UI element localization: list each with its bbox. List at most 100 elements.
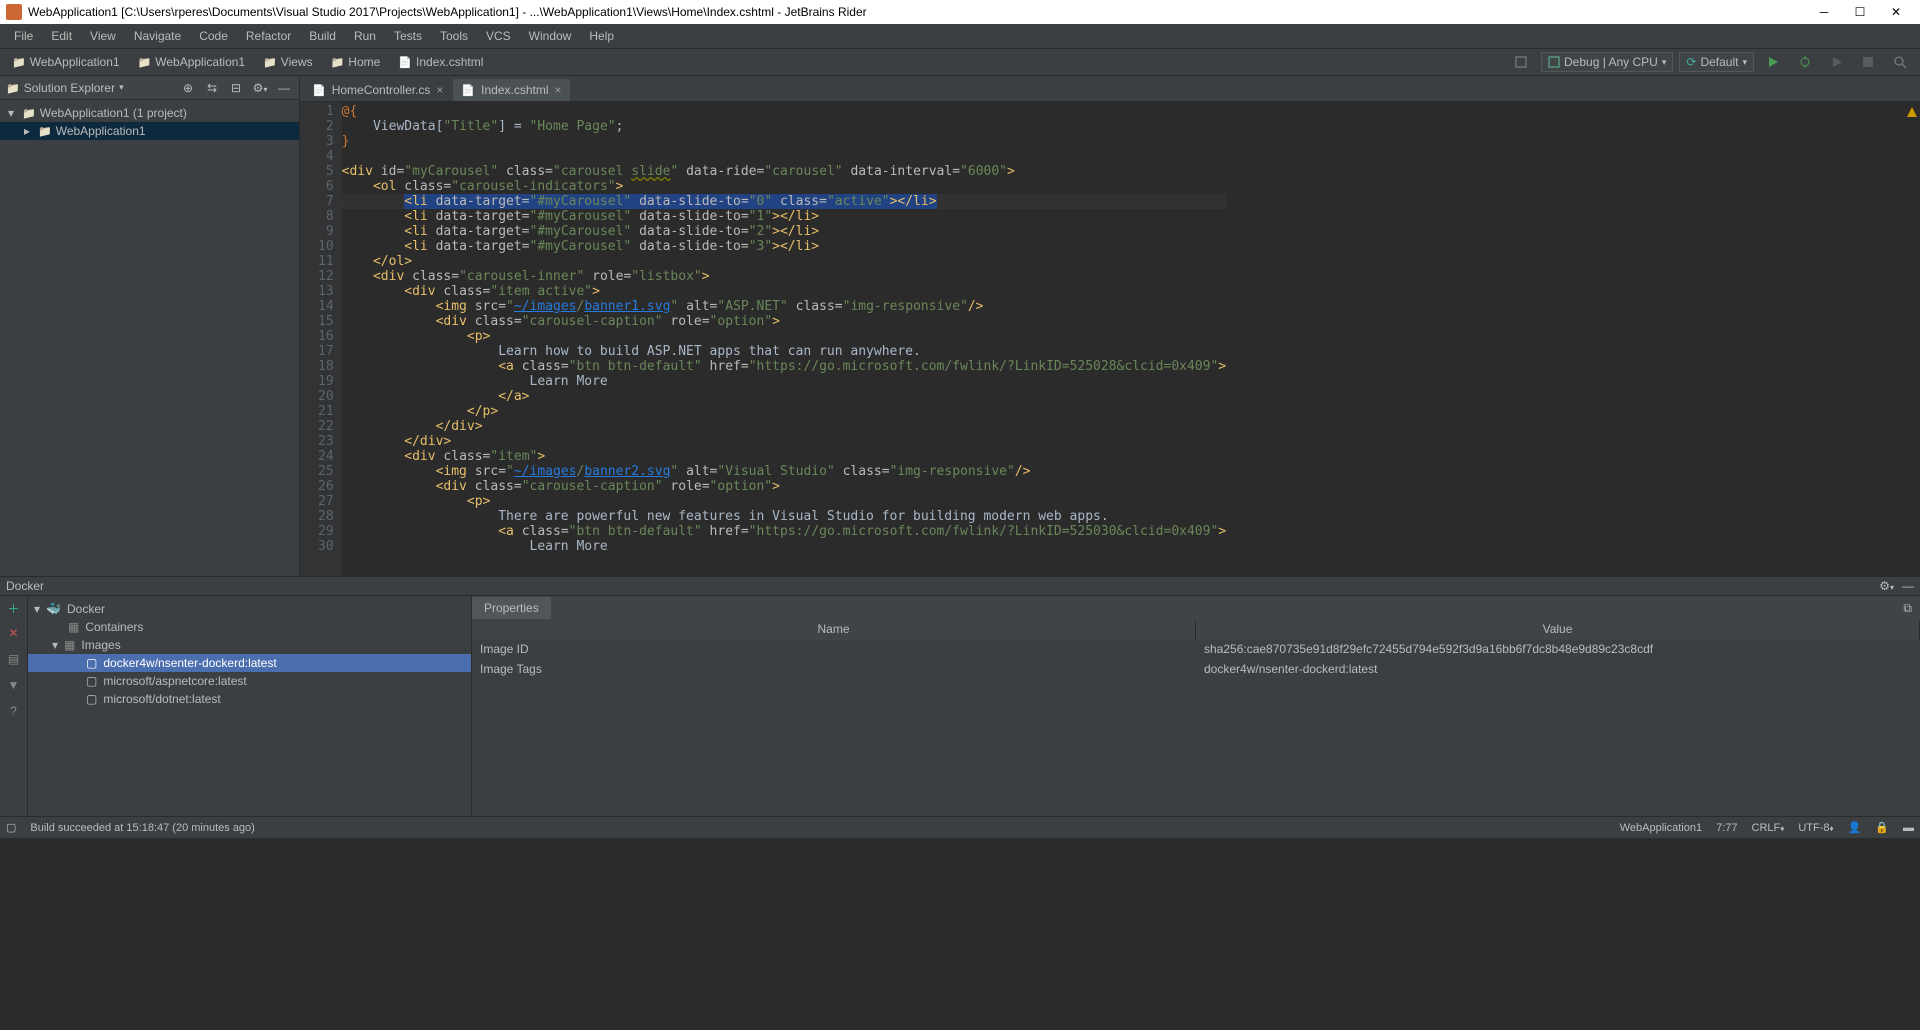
- solution-explorer-header: Solution Explorer ▾ ⊕ ⇆ ⊟ ⚙▾ —: [0, 76, 299, 100]
- code-editor[interactable]: 1234567891011121314151617181920212223242…: [300, 102, 1920, 576]
- table-row[interactable]: Image ID sha256:cae870735e91d8f29efc7245…: [472, 640, 1920, 660]
- menu-run[interactable]: Run: [346, 27, 384, 45]
- docker-toolbar: ＋ ✕ ▤ ▼ ?: [0, 596, 28, 816]
- menu-code[interactable]: Code: [191, 27, 236, 45]
- configuration-select[interactable]: Debug | Any CPU▾: [1541, 52, 1673, 72]
- project-node[interactable]: WebApplication1: [0, 122, 299, 140]
- docker-containers-node[interactable]: ▦Containers: [28, 618, 471, 636]
- status-project[interactable]: WebApplication1: [1620, 822, 1702, 834]
- docker-image-item[interactable]: ▢docker4w/nsenter-dockerd:latest: [28, 654, 471, 672]
- main-menu: File Edit View Navigate Code Refactor Bu…: [0, 24, 1920, 48]
- docker-filter-button[interactable]: ▼: [4, 678, 24, 696]
- table-row[interactable]: Image Tags docker4w/nsenter-dockerd:late…: [472, 660, 1920, 680]
- close-tab-icon[interactable]: ×: [554, 83, 561, 97]
- status-memory-icon[interactable]: ▬: [1903, 822, 1914, 834]
- tab-homecontroller[interactable]: HomeController.cs×: [304, 79, 451, 101]
- collapse-all-button[interactable]: ⊟: [227, 81, 245, 95]
- solution-explorer-panel: Solution Explorer ▾ ⊕ ⇆ ⊟ ⚙▾ — WebApplic…: [0, 76, 300, 576]
- menu-file[interactable]: File: [6, 27, 41, 45]
- build-solution-button[interactable]: [1507, 52, 1535, 72]
- docker-deploy-button[interactable]: ▤: [4, 652, 24, 670]
- maximize-button[interactable]: ☐: [1842, 5, 1878, 19]
- stop-button[interactable]: [1856, 54, 1880, 70]
- status-inspections-icon[interactable]: 👤: [1848, 821, 1862, 834]
- menu-tools[interactable]: Tools: [432, 27, 476, 45]
- image-icon: ▢: [86, 656, 97, 670]
- menu-edit[interactable]: Edit: [43, 27, 80, 45]
- run-configuration-select[interactable]: ⟳Default▾: [1679, 52, 1754, 72]
- image-icon: ▢: [86, 692, 97, 706]
- hide-button[interactable]: —: [275, 81, 293, 95]
- docker-help-button[interactable]: ?: [4, 704, 24, 722]
- docker-tool-title[interactable]: Docker ⚙▾ —: [0, 576, 1920, 596]
- search-everywhere-button[interactable]: [1886, 52, 1914, 72]
- chevron-down-icon: [8, 106, 18, 120]
- status-lock-icon[interactable]: 🔒: [1875, 821, 1889, 834]
- chevron-right-icon: [24, 124, 34, 138]
- docker-props-popout-icon[interactable]: ⧉: [1895, 601, 1920, 616]
- status-line-ending[interactable]: CRLF♦: [1752, 822, 1785, 834]
- folder-icon: [263, 55, 277, 69]
- tab-index-cshtml[interactable]: Index.cshtml×: [453, 79, 569, 101]
- folder-icon: [6, 81, 20, 95]
- file-icon: [398, 55, 412, 69]
- breadcrumb-home[interactable]: Home: [325, 53, 387, 71]
- menu-vcs[interactable]: VCS: [478, 27, 519, 45]
- docker-root-node[interactable]: 🐳Docker: [28, 600, 471, 618]
- col-value[interactable]: Value: [1196, 620, 1920, 640]
- status-build-message[interactable]: Build succeeded at 15:18:47 (20 minutes …: [30, 822, 254, 834]
- close-tab-icon[interactable]: ×: [436, 83, 443, 97]
- tool-window-button[interactable]: ▢: [6, 821, 16, 834]
- docker-properties-panel: Properties ⧉ Name Value Image ID sha256:…: [472, 596, 1920, 816]
- status-bar: ▢ Build succeeded at 15:18:47 (20 minute…: [0, 816, 1920, 838]
- app-icon: [6, 4, 22, 20]
- chevron-down-icon: [52, 638, 58, 652]
- images-icon: ▦: [64, 638, 75, 652]
- image-icon: ▢: [86, 674, 97, 688]
- warning-indicator-icon[interactable]: [1906, 106, 1918, 118]
- solution-root-node[interactable]: WebApplication1 (1 project): [0, 104, 299, 122]
- docker-image-item[interactable]: ▢microsoft/aspnetcore:latest: [28, 672, 471, 690]
- docker-icon: 🐳: [46, 602, 61, 616]
- menu-help[interactable]: Help: [581, 27, 622, 45]
- docker-images-node[interactable]: ▦Images: [28, 636, 471, 654]
- menu-refactor[interactable]: Refactor: [238, 27, 299, 45]
- locate-file-button[interactable]: ⊕: [179, 81, 197, 95]
- menu-tests[interactable]: Tests: [386, 27, 430, 45]
- col-name[interactable]: Name: [472, 620, 1196, 640]
- docker-settings-icon[interactable]: ⚙▾: [1879, 579, 1894, 593]
- docker-disconnect-button[interactable]: ✕: [4, 626, 24, 644]
- attach-button[interactable]: [1824, 53, 1850, 71]
- docker-connect-button[interactable]: ＋: [4, 600, 24, 618]
- menu-view[interactable]: View: [82, 27, 124, 45]
- status-encoding[interactable]: UTF-8♦: [1798, 822, 1833, 834]
- expand-all-button[interactable]: ⇆: [203, 81, 221, 95]
- status-cursor-position[interactable]: 7:77: [1716, 822, 1737, 834]
- editor-area: HomeController.cs× Index.cshtml× 1234567…: [300, 76, 1920, 576]
- minimize-button[interactable]: ─: [1806, 5, 1842, 19]
- breadcrumb-project[interactable]: WebApplication1: [132, 53, 252, 71]
- editor-tabs: HomeController.cs× Index.cshtml×: [300, 76, 1920, 102]
- menu-navigate[interactable]: Navigate: [126, 27, 189, 45]
- solution-icon: [22, 106, 36, 120]
- code-content[interactable]: @{ ViewData["Title"] = "Home Page";} <di…: [342, 102, 1226, 576]
- solution-explorer-title[interactable]: Solution Explorer ▾: [6, 81, 124, 95]
- docker-image-item[interactable]: ▢microsoft/dotnet:latest: [28, 690, 471, 708]
- breadcrumb-root[interactable]: WebApplication1: [6, 53, 126, 71]
- solution-tree: WebApplication1 (1 project) WebApplicati…: [0, 100, 299, 576]
- menu-window[interactable]: Window: [521, 27, 580, 45]
- menu-build[interactable]: Build: [301, 27, 344, 45]
- breadcrumb-file[interactable]: Index.cshtml: [392, 53, 489, 71]
- settings-button[interactable]: ⚙▾: [251, 81, 269, 95]
- properties-tab[interactable]: Properties: [472, 597, 551, 619]
- breadcrumb-views[interactable]: Views: [257, 53, 319, 71]
- razor-file-icon: [461, 83, 475, 97]
- docker-hide-icon[interactable]: —: [1902, 579, 1914, 593]
- csharp-file-icon: [312, 83, 326, 97]
- window-titlebar: WebApplication1 [C:\Users\rperes\Documen…: [0, 0, 1920, 24]
- folder-icon: [331, 55, 345, 69]
- close-window-button[interactable]: ✕: [1878, 5, 1914, 19]
- run-button[interactable]: [1760, 53, 1786, 71]
- debug-button[interactable]: [1792, 53, 1818, 71]
- window-title: WebApplication1 [C:\Users\rperes\Documen…: [28, 5, 867, 19]
